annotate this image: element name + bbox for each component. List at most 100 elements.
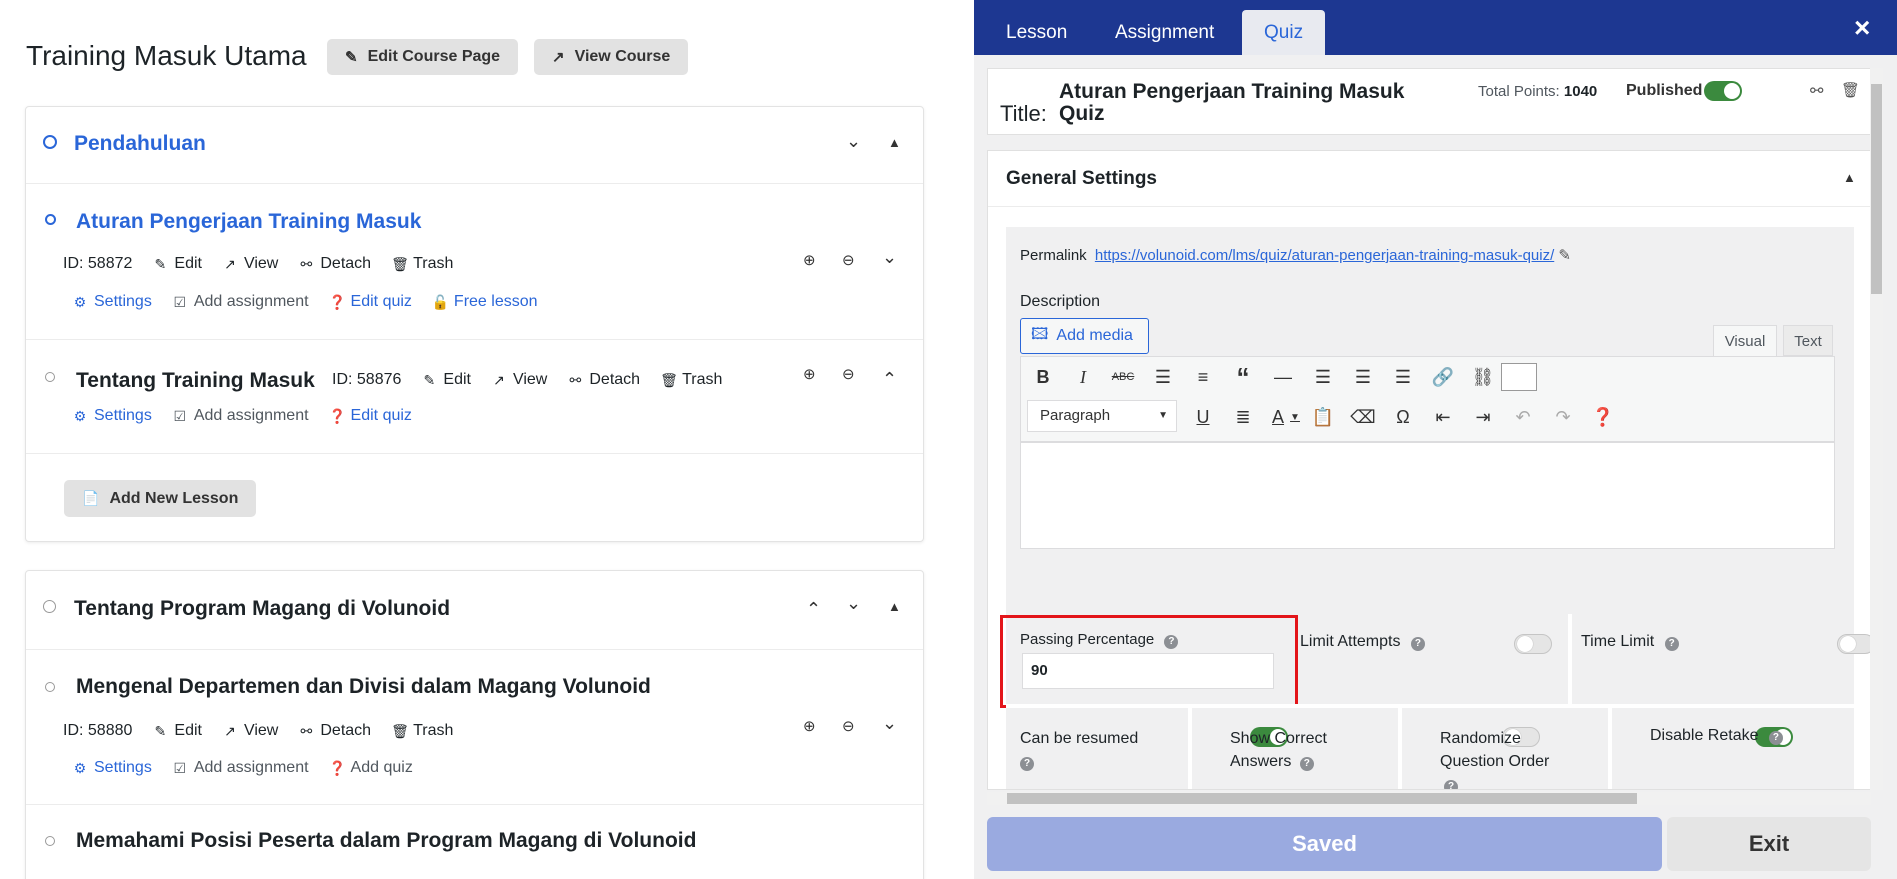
chevron-down-icon[interactable]: ⌄: [846, 593, 861, 614]
detach-lesson-link[interactable]: ⚯ Detach: [567, 371, 640, 389]
section-title[interactable]: Tentang Program Magang di Volunoid: [74, 597, 450, 621]
exit-button[interactable]: Exit: [1667, 817, 1871, 871]
move-down-icon[interactable]: ⊖: [842, 251, 855, 269]
special-character-icon[interactable]: Ω: [1385, 399, 1421, 435]
undo-icon[interactable]: ↶: [1505, 399, 1541, 435]
view-lesson-link[interactable]: ↗ View: [222, 722, 278, 740]
edit-lesson-link[interactable]: ✎ Edit: [152, 255, 202, 273]
saved-button[interactable]: Saved: [987, 817, 1662, 871]
move-down-icon[interactable]: ⊖: [842, 717, 855, 735]
text-color-icon[interactable]: A ▼: [1261, 399, 1311, 435]
toolbar-toggle-icon[interactable]: [1501, 363, 1537, 391]
view-course-button[interactable]: ↗ View Course: [534, 39, 689, 75]
tab-visual[interactable]: Visual: [1713, 325, 1777, 356]
align-center-icon[interactable]: ☰: [1345, 359, 1381, 395]
trash-lesson-link[interactable]: 🗑 Trash: [660, 371, 722, 389]
lesson-title[interactable]: Memahami Posisi Peserta dalam Program Ma…: [76, 829, 696, 853]
tab-lesson[interactable]: Lesson: [984, 0, 1089, 55]
move-up-icon[interactable]: ⊕: [803, 717, 816, 735]
settings-link[interactable]: ⚙ Settings: [72, 759, 152, 777]
unlink-icon[interactable]: ⚯: [1810, 81, 1823, 101]
lesson-title[interactable]: Aturan Pengerjaan Training Masuk: [76, 210, 421, 234]
align-left-icon[interactable]: ☰: [1305, 359, 1341, 395]
panel-tab-bar: Lesson Assignment Quiz ×: [974, 0, 1897, 55]
add-assignment-link[interactable]: ☑ Add assignment: [172, 293, 309, 311]
help-icon[interactable]: ?: [1410, 637, 1425, 651]
clear-formatting-icon[interactable]: ⌫: [1345, 399, 1381, 435]
indent-icon[interactable]: ⇥: [1465, 399, 1501, 435]
chevron-up-icon[interactable]: ⌃: [882, 369, 897, 390]
edit-course-page-button[interactable]: ✎ Edit Course Page: [327, 39, 519, 75]
link-icon[interactable]: 🔗: [1425, 359, 1461, 395]
close-icon[interactable]: ×: [1854, 12, 1870, 44]
horizontal-line-icon[interactable]: —: [1265, 359, 1301, 395]
time-limit-toggle[interactable]: [1837, 634, 1870, 654]
paste-text-icon[interactable]: 📋: [1305, 399, 1341, 435]
chevron-down-icon[interactable]: ⌄: [882, 247, 897, 268]
detach-lesson-link[interactable]: ⚯ Detach: [298, 255, 371, 273]
collapse-arrow-icon[interactable]: ▲: [888, 599, 901, 614]
published-toggle[interactable]: [1704, 81, 1742, 101]
move-up-icon[interactable]: ⊕: [803, 365, 816, 383]
move-down-icon[interactable]: ⊖: [842, 365, 855, 383]
general-settings-heading[interactable]: General Settings: [1006, 168, 1157, 190]
lesson-title[interactable]: Tentang Training Masuk: [76, 369, 315, 393]
numbered-list-icon[interactable]: ≡: [1185, 359, 1221, 395]
paragraph-select[interactable]: Paragraph ▼: [1027, 400, 1177, 432]
justify-icon[interactable]: ≣: [1225, 399, 1261, 435]
pencil-icon[interactable]: ✎: [1558, 247, 1571, 264]
collapse-arrow-icon[interactable]: ▲: [1843, 170, 1856, 185]
trash-lesson-link[interactable]: 🗑 Trash: [391, 255, 453, 273]
free-lesson-link[interactable]: 🔓 Free lesson: [432, 293, 538, 311]
redo-icon[interactable]: ↷: [1545, 399, 1581, 435]
chevron-down-icon[interactable]: ⌄: [846, 131, 861, 152]
vertical-scrollbar[interactable]: [1870, 68, 1883, 790]
lesson-link-row: ⚙ Settings ☑ Add assignment ❓ Add quiz: [72, 759, 433, 777]
collapse-arrow-icon[interactable]: ▲: [888, 135, 901, 150]
description-editor[interactable]: [1020, 442, 1835, 549]
add-new-lesson-button[interactable]: 📄 Add New Lesson: [64, 480, 257, 517]
blockquote-icon[interactable]: “: [1225, 359, 1261, 395]
detach-lesson-link[interactable]: ⚯ Detach: [298, 722, 371, 740]
chevron-up-icon[interactable]: ⌃: [806, 599, 821, 620]
settings-link[interactable]: ⚙ Settings: [72, 293, 152, 311]
help-icon[interactable]: ?: [1299, 757, 1314, 771]
tab-text[interactable]: Text: [1783, 325, 1833, 356]
unlink-icon[interactable]: ⛓: [1465, 359, 1501, 395]
edit-lesson-link[interactable]: ✎ Edit: [152, 722, 202, 740]
help-icon[interactable]: ❓: [1585, 399, 1621, 435]
view-lesson-link[interactable]: ↗ View: [491, 371, 547, 389]
tab-assignment[interactable]: Assignment: [1093, 0, 1236, 55]
trash-lesson-link[interactable]: 🗑 Trash: [391, 722, 453, 740]
italic-icon[interactable]: I: [1065, 359, 1101, 395]
underline-icon[interactable]: U: [1185, 399, 1221, 435]
limit-attempts-toggle[interactable]: [1514, 634, 1552, 654]
add-media-button[interactable]: 🖾 Add media: [1020, 318, 1149, 354]
add-assignment-link[interactable]: ☑ Add assignment: [172, 407, 309, 425]
view-lesson-link[interactable]: ↗ View: [222, 255, 278, 273]
outdent-icon[interactable]: ⇤: [1425, 399, 1461, 435]
help-icon[interactable]: ?: [1444, 780, 1458, 789]
lesson-title[interactable]: Mengenal Departemen dan Divisi dalam Mag…: [76, 675, 651, 699]
help-icon[interactable]: ?: [1768, 731, 1783, 745]
bullet-list-icon[interactable]: ☰: [1145, 359, 1181, 395]
align-right-icon[interactable]: ☰: [1385, 359, 1421, 395]
trash-icon[interactable]: 🗑: [1841, 81, 1860, 99]
edit-quiz-link[interactable]: ❓ Edit quiz: [329, 293, 412, 311]
horizontal-scrollbar[interactable]: [987, 792, 1871, 805]
help-icon[interactable]: ?: [1020, 757, 1034, 771]
settings-link[interactable]: ⚙ Settings: [72, 407, 152, 425]
help-icon[interactable]: ?: [1664, 637, 1679, 651]
strikethrough-icon[interactable]: ABC: [1105, 359, 1141, 395]
add-assignment-link[interactable]: ☑ Add assignment: [172, 759, 309, 777]
move-up-icon[interactable]: ⊕: [803, 251, 816, 269]
bold-icon[interactable]: B: [1025, 359, 1061, 395]
tab-quiz[interactable]: Quiz: [1242, 10, 1326, 55]
permalink-url[interactable]: https://volunoid.com/lms/quiz/aturan-pen…: [1095, 247, 1554, 264]
quiz-title[interactable]: Aturan Pengerjaan Training Masuk Quiz: [1059, 81, 1439, 125]
section-title[interactable]: Pendahuluan: [74, 132, 206, 156]
edit-lesson-link[interactable]: ✎ Edit: [421, 371, 471, 389]
chevron-down-icon[interactable]: ⌄: [882, 713, 897, 734]
edit-quiz-link[interactable]: ❓ Edit quiz: [329, 407, 412, 425]
add-quiz-link[interactable]: ❓ Add quiz: [329, 759, 413, 777]
